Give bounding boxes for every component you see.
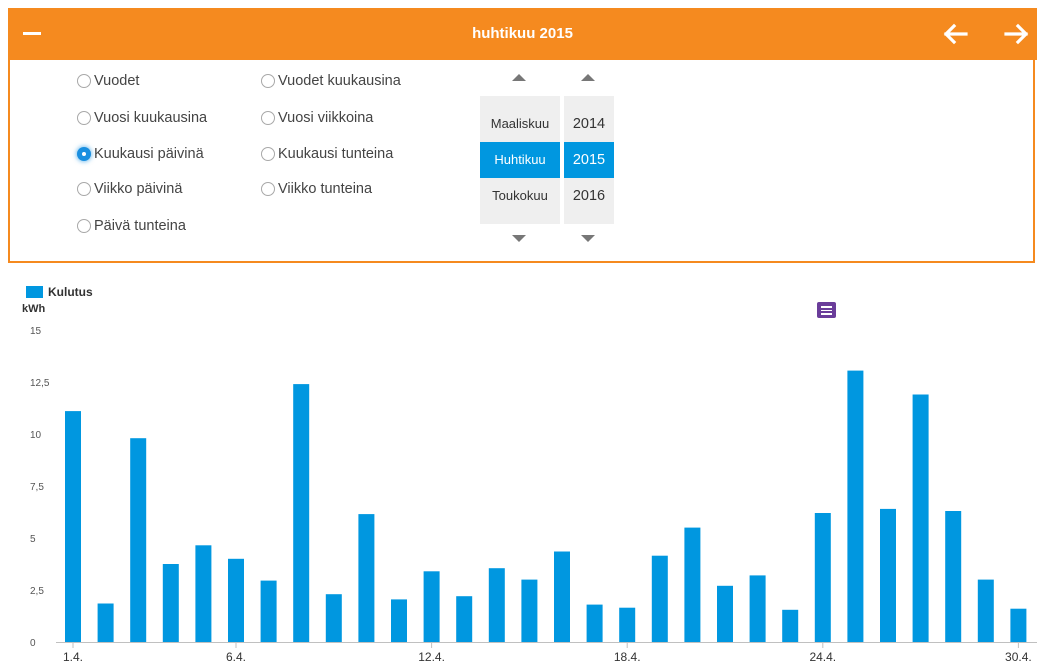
- bar-13.4.[interactable]: [456, 596, 473, 642]
- bar-6.4.[interactable]: [228, 558, 244, 642]
- bar-23.4.[interactable]: [782, 609, 799, 642]
- bar-25.4.[interactable]: [847, 370, 864, 642]
- y-tick-label: 12,5: [30, 378, 50, 389]
- x-tick-label: 30.4.: [1005, 650, 1032, 664]
- bar-16.4.[interactable]: [554, 551, 570, 643]
- x-tick-label: 12.4.: [418, 650, 445, 664]
- bar-8.4.[interactable]: [293, 384, 310, 642]
- x-tick-label: 1.4.: [63, 650, 83, 664]
- y-tick-label: 0: [30, 638, 36, 649]
- bar-26.4.[interactable]: [880, 508, 896, 642]
- x-tick-label: 18.4.: [614, 650, 641, 664]
- bar-30.4.[interactable]: [1010, 608, 1027, 642]
- bar-11.4.[interactable]: [391, 599, 407, 642]
- y-tick-label: 2,5: [30, 586, 44, 597]
- bar-7.4.[interactable]: [260, 580, 277, 642]
- consumption-bar-chart: 0 2,5 5 7,5 10 12,5 15 1.4. 6.4. 12.4. 18.4. 24.4. 3…: [30, 326, 1037, 664]
- bar-22.4.[interactable]: [749, 575, 766, 642]
- x-tick-label: 6.4.: [226, 650, 246, 664]
- bar-14.4.[interactable]: [488, 568, 505, 642]
- bar-9.4.[interactable]: [325, 594, 342, 642]
- y-tick-label: 5: [30, 534, 36, 545]
- bar-18.4.[interactable]: [619, 607, 636, 642]
- y-tick-label: 10: [30, 430, 42, 441]
- bar-12.4.[interactable]: [423, 571, 440, 642]
- x-tick-label: 24.4.: [809, 650, 836, 664]
- bar-27.4.[interactable]: [912, 394, 929, 643]
- bar-1.4.[interactable]: [65, 411, 81, 642]
- bar-20.4.[interactable]: [684, 527, 701, 642]
- bar-21.4.[interactable]: [717, 585, 733, 642]
- y-tick-label: 7,5: [30, 482, 44, 493]
- bar-17.4.[interactable]: [586, 604, 603, 642]
- bar-5.4.[interactable]: [195, 545, 212, 642]
- bar-4.4.[interactable]: [162, 564, 179, 642]
- bar-2.4.[interactable]: [97, 603, 114, 643]
- bar-19.4.[interactable]: [651, 555, 668, 642]
- y-tick-label: 15: [30, 326, 42, 337]
- bar-15.4.[interactable]: [521, 579, 538, 642]
- bar-3.4.[interactable]: [130, 438, 147, 642]
- bar-28.4.[interactable]: [945, 511, 962, 642]
- bar-24.4.[interactable]: [814, 513, 831, 642]
- bar-29.4.[interactable]: [977, 579, 994, 642]
- bar-10.4.[interactable]: [358, 514, 375, 642]
